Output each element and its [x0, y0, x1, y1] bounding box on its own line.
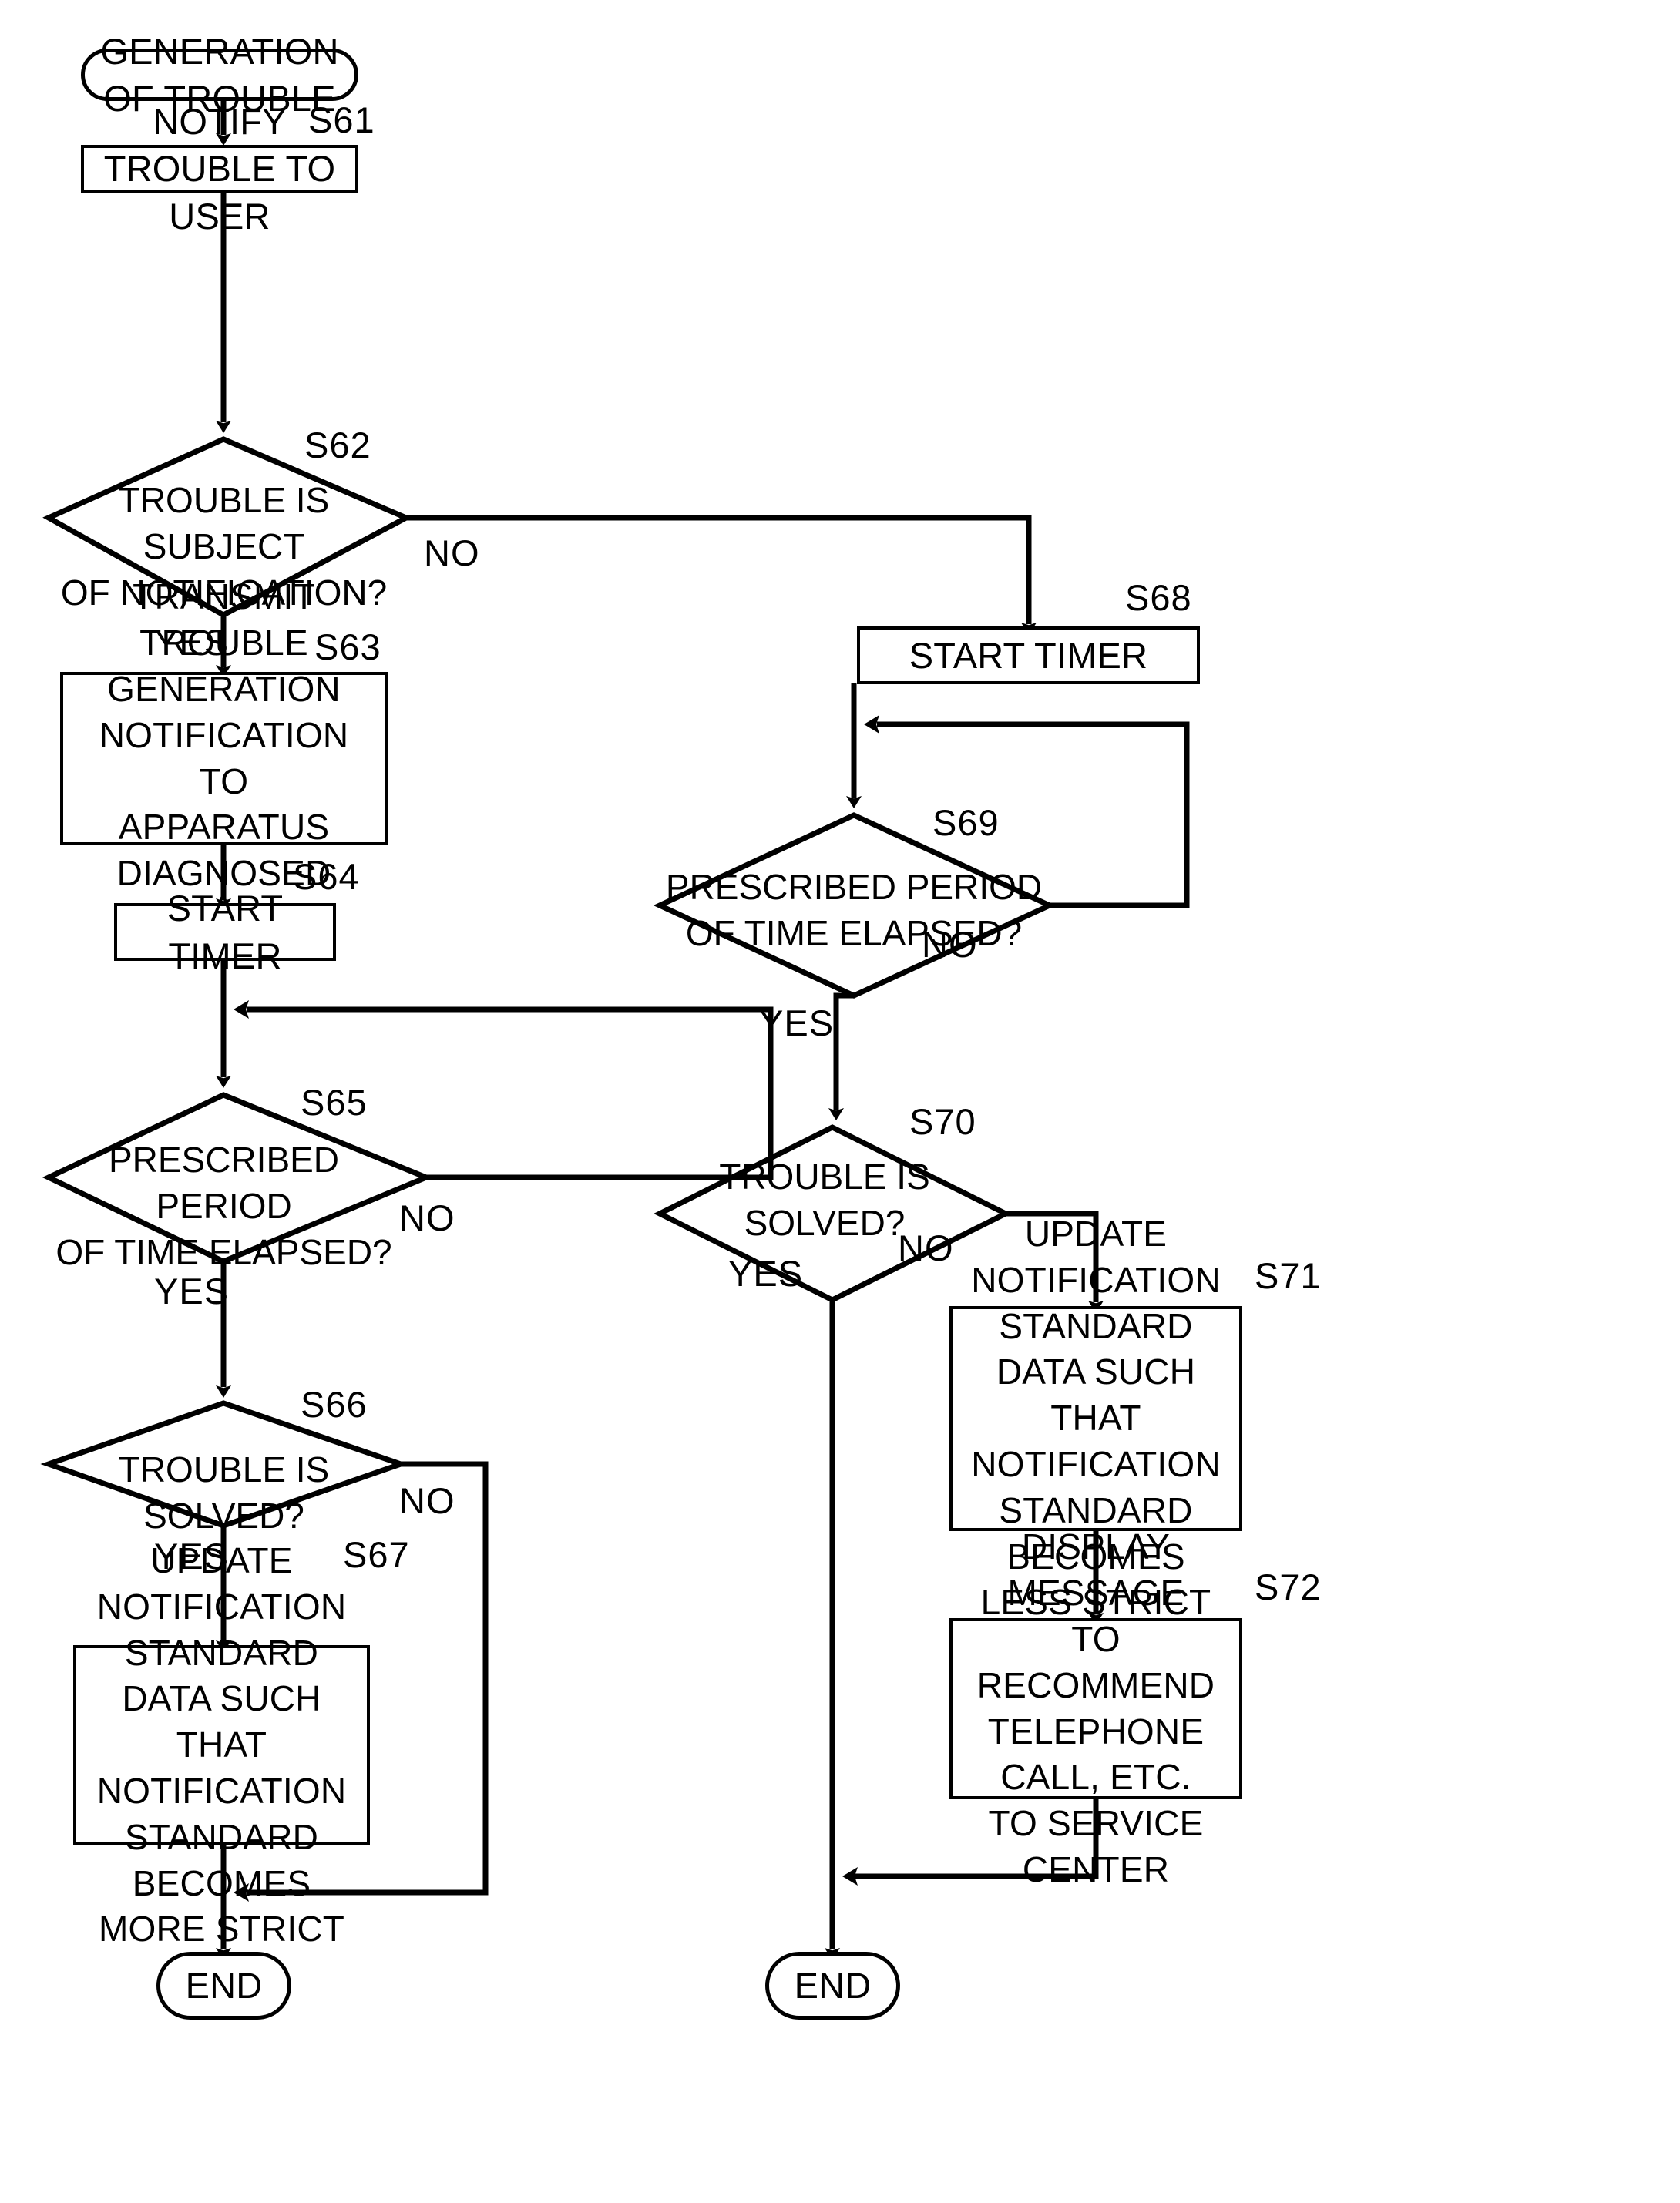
edge-label-s65-yes: YES: [154, 1271, 230, 1311]
process-s61: NOTIFY TROUBLE TO USER: [81, 101, 358, 237]
step-label-s65: S65: [301, 1082, 368, 1123]
edge-s62-no-to-s68: [406, 515, 1037, 635]
step-label-s68: S68: [1125, 577, 1192, 618]
terminator-end-left-label: END: [185, 1965, 263, 2007]
terminator-end-right: END: [765, 1952, 900, 2020]
process-s64: START TIMER: [114, 888, 336, 976]
edge-label-s66-no: NO: [399, 1480, 455, 1521]
step-label-s64: S64: [293, 856, 360, 897]
process-s64-label: START TIMER: [166, 888, 284, 976]
process-s63: TRANSMIT TROUBLE GENERATION NOTIFICATION…: [60, 576, 388, 939]
decision-shape-s65: [42, 1092, 434, 1264]
process-s68-label: START TIMER: [909, 634, 1148, 676]
step-label-s62: S62: [304, 425, 371, 465]
step-label-s71: S71: [1255, 1255, 1322, 1296]
step-label-s63: S63: [314, 626, 381, 667]
edge-label-s69-yes: YES: [759, 1002, 835, 1043]
process-s68: START TIMER: [857, 626, 1200, 684]
step-label-s70: S70: [909, 1101, 976, 1142]
process-s67: UPDATE NOTIFICATION STANDARD DATA SUCH T…: [73, 1540, 370, 1949]
edge-label-s62-no: NO: [424, 532, 480, 573]
step-label-s66: S66: [301, 1384, 368, 1425]
step-label-s69: S69: [932, 802, 1000, 843]
process-s67-label: UPDATE NOTIFICATION STANDARD DATA SUCH T…: [96, 1540, 347, 1949]
edge-label-s69-no: NO: [922, 924, 978, 965]
process-s71: UPDATE NOTIFICATION STANDARD DATA SUCH T…: [949, 1214, 1242, 1622]
process-s72-label: DISPLAY MESSAGE TO RECOMMEND TELEPHONE C…: [976, 1526, 1215, 1889]
terminator-end-left: END: [156, 1952, 291, 2020]
edge-s69-yes-to-s70: [828, 992, 854, 1120]
terminator-start: GENERATION OF TROUBLE: [81, 31, 358, 119]
step-label-s72: S72: [1255, 1567, 1322, 1607]
edge-label-s70-yes: YES: [728, 1253, 804, 1294]
flowchart-canvas: GENERATION OF TROUBLE NOTIFY TROUBLE TO …: [0, 0, 1680, 2203]
edge-label-s65-no: NO: [399, 1197, 455, 1238]
edge-label-s70-no: NO: [898, 1227, 954, 1268]
step-label-s61: S61: [308, 99, 375, 140]
process-s72: DISPLAY MESSAGE TO RECOMMEND TELEPHONE C…: [949, 1526, 1242, 1889]
terminator-end-right-label: END: [794, 1965, 872, 2007]
